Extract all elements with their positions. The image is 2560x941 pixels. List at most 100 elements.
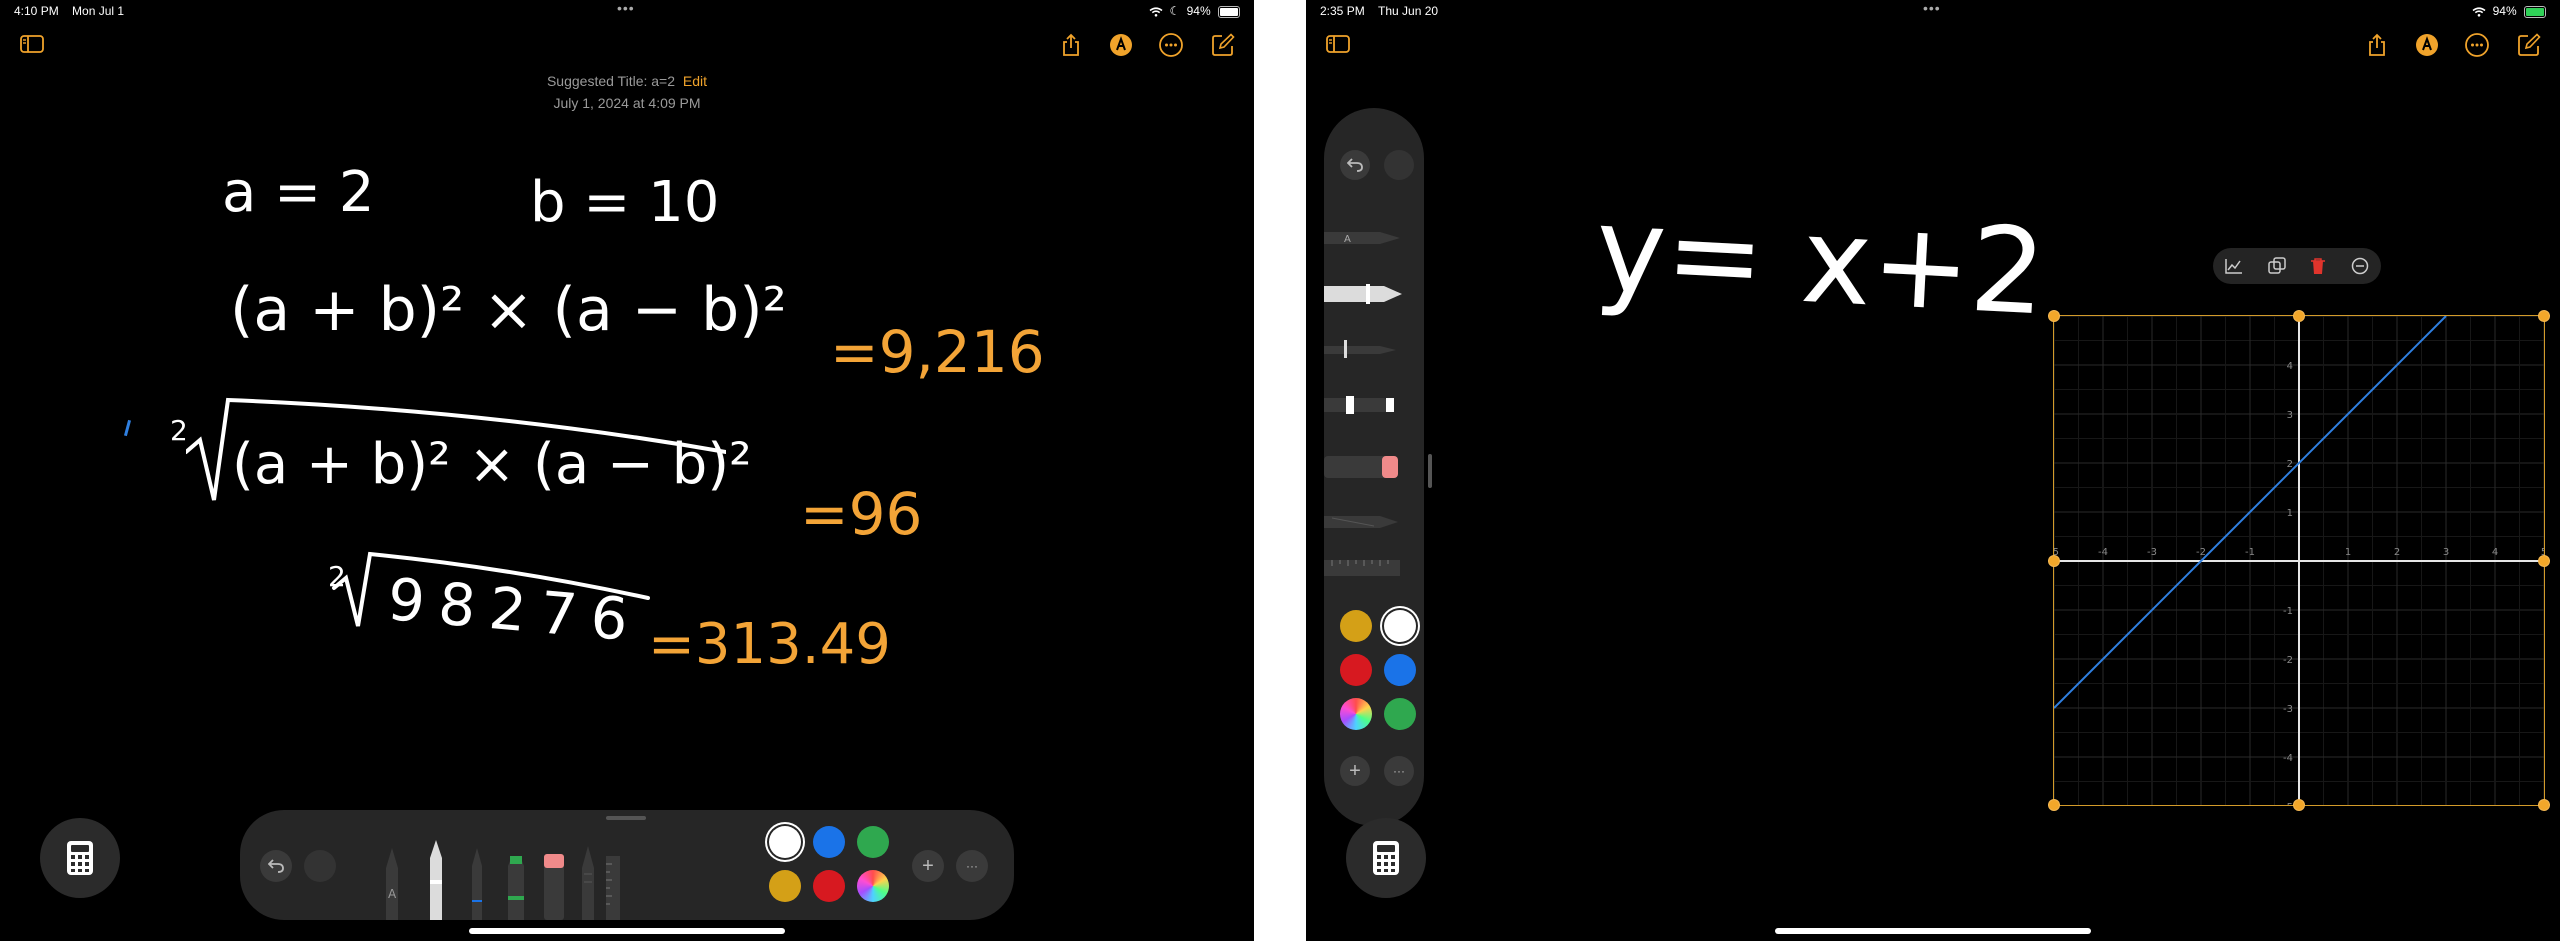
pencil-tool bbox=[582, 846, 594, 920]
battery-icon bbox=[1218, 5, 1240, 18]
undo-button[interactable] bbox=[260, 850, 292, 882]
home-indicator[interactable] bbox=[1775, 928, 2091, 934]
share-icon[interactable] bbox=[2363, 31, 2391, 59]
color-green[interactable] bbox=[857, 826, 889, 858]
color-picker-wheel[interactable] bbox=[857, 870, 889, 902]
status-date: Thu Jun 20 bbox=[1378, 4, 1439, 18]
y-tick-label: 4 bbox=[2287, 361, 2293, 372]
resize-handle-bottom-right[interactable] bbox=[2538, 799, 2550, 811]
svg-text:A: A bbox=[388, 887, 397, 901]
duplicate-icon[interactable] bbox=[2268, 257, 2286, 275]
sidebar-toggle-icon[interactable] bbox=[18, 30, 46, 58]
markup-pen-icon[interactable] bbox=[2413, 31, 2441, 59]
multitasking-dots-icon[interactable]: ••• bbox=[1923, 0, 1941, 16]
trash-icon[interactable] bbox=[2310, 257, 2326, 275]
color-white[interactable] bbox=[1384, 610, 1416, 642]
status-right: ☾ 94% bbox=[1149, 4, 1240, 18]
status-date: Mon Jul 1 bbox=[72, 4, 125, 18]
monoline-pen-tool: A bbox=[386, 848, 398, 920]
tray-drag-handle[interactable] bbox=[606, 816, 646, 820]
drawing-tools[interactable]: A bbox=[380, 840, 620, 920]
battery-percent: 94% bbox=[2492, 4, 2517, 18]
handwritten-expression-1: (a + b)² × (a − b)² bbox=[230, 275, 787, 345]
resize-handle-top-right[interactable] bbox=[2538, 310, 2550, 322]
tool-palette: A + ··· bbox=[240, 810, 1014, 920]
multitasking-dots-icon[interactable]: ••• bbox=[617, 0, 635, 16]
color-white[interactable] bbox=[769, 826, 801, 858]
graph-settings-icon[interactable] bbox=[2225, 258, 2243, 274]
calculator-button[interactable] bbox=[40, 818, 120, 898]
y-tick-label: -1 bbox=[2283, 606, 2293, 617]
monoline-pen-tool: A bbox=[1324, 232, 1400, 245]
calculator-button[interactable] bbox=[1346, 818, 1426, 898]
color-yellow[interactable] bbox=[1340, 610, 1372, 642]
resize-handle-top[interactable] bbox=[2293, 310, 2305, 322]
resize-handle-bottom[interactable] bbox=[2293, 799, 2305, 811]
ruler-tool bbox=[1324, 560, 1400, 576]
color-green[interactable] bbox=[1384, 698, 1416, 730]
pencil-tool bbox=[1324, 516, 1398, 528]
status-right: 94% bbox=[2472, 4, 2546, 18]
graph-plot: -5-4-3-2-1123454321-1-2-3-4-5 bbox=[2054, 316, 2544, 805]
x-tick-label: 3 bbox=[2443, 547, 2449, 558]
resize-handle-bottom-left[interactable] bbox=[2048, 799, 2060, 811]
y-tick-label: -2 bbox=[2283, 655, 2293, 666]
color-blue[interactable] bbox=[813, 826, 845, 858]
tray-more-button[interactable]: ··· bbox=[1384, 756, 1414, 786]
fine-pen-tool bbox=[1324, 340, 1396, 358]
undo-icon bbox=[268, 859, 284, 873]
color-picker-wheel[interactable] bbox=[1340, 698, 1372, 730]
highlighter-tool bbox=[508, 856, 524, 920]
redo-button[interactable] bbox=[1384, 150, 1414, 180]
handwritten-b-equation: b = 10 bbox=[530, 170, 720, 235]
graph-toolbar bbox=[2213, 248, 2381, 284]
right-screen: 2:35 PM Thu Jun 20 ••• 94% A + ··· y= x+… bbox=[1306, 0, 2560, 941]
color-blue[interactable] bbox=[1384, 654, 1416, 686]
compose-icon[interactable] bbox=[2515, 31, 2543, 59]
more-circle-icon[interactable] bbox=[2351, 257, 2369, 275]
tray-drag-handle[interactable] bbox=[1428, 454, 1432, 488]
more-options-icon[interactable] bbox=[2463, 31, 2491, 59]
highlighter-tool bbox=[1324, 396, 1394, 414]
compose-icon[interactable] bbox=[1209, 31, 1237, 59]
resize-handle-right[interactable] bbox=[2538, 555, 2550, 567]
tray-more-button[interactable]: ··· bbox=[956, 850, 988, 882]
color-red[interactable] bbox=[1340, 654, 1372, 686]
x-tick-label: 1 bbox=[2345, 547, 2351, 558]
add-button[interactable]: + bbox=[1340, 756, 1370, 786]
note-timestamp: July 1, 2024 at 4:09 PM bbox=[553, 95, 701, 111]
status-time: 4:10 PM bbox=[14, 4, 59, 18]
y-tick-label: 2 bbox=[2287, 459, 2293, 470]
status-time: 2:35 PM bbox=[1320, 4, 1365, 18]
moon-icon: ☾ bbox=[1169, 4, 1181, 18]
drawing-tools-vertical[interactable]: A bbox=[1324, 220, 1408, 580]
home-indicator[interactable] bbox=[469, 928, 785, 934]
resize-handle-left[interactable] bbox=[2048, 555, 2060, 567]
battery-percent: 94% bbox=[1186, 4, 1211, 18]
result-expression-3: =313.49 bbox=[648, 612, 891, 677]
add-button[interactable]: + bbox=[912, 850, 944, 882]
undo-icon bbox=[1347, 158, 1363, 172]
resize-handle-top-left[interactable] bbox=[2048, 310, 2060, 322]
pen-tool bbox=[1324, 284, 1402, 304]
y-tick-label: -4 bbox=[2283, 753, 2293, 764]
sidebar-toggle-icon[interactable] bbox=[1324, 30, 1352, 58]
graph-frame[interactable]: -5-4-3-2-1123454321-1-2-3-4-5 bbox=[2053, 315, 2545, 806]
markup-pen-icon[interactable] bbox=[1107, 31, 1135, 59]
wifi-icon bbox=[1149, 7, 1163, 17]
stray-ink-mark bbox=[123, 419, 132, 437]
redo-button[interactable] bbox=[304, 850, 336, 882]
color-yellow[interactable] bbox=[769, 870, 801, 902]
y-tick-label: 3 bbox=[2287, 410, 2293, 421]
more-options-icon[interactable] bbox=[1157, 31, 1185, 59]
edit-title-button[interactable]: Edit bbox=[683, 73, 707, 89]
color-red[interactable] bbox=[813, 870, 845, 902]
tool-palette-vertical: A + ··· bbox=[1324, 108, 1424, 826]
wifi-icon bbox=[2472, 7, 2486, 17]
x-tick-label: -4 bbox=[2098, 547, 2108, 558]
undo-button[interactable] bbox=[1340, 150, 1370, 180]
eraser-tool bbox=[544, 854, 564, 920]
result-expression-1: =9,216 bbox=[830, 318, 1045, 386]
share-icon[interactable] bbox=[1057, 31, 1085, 59]
fine-pen-tool bbox=[472, 848, 482, 920]
